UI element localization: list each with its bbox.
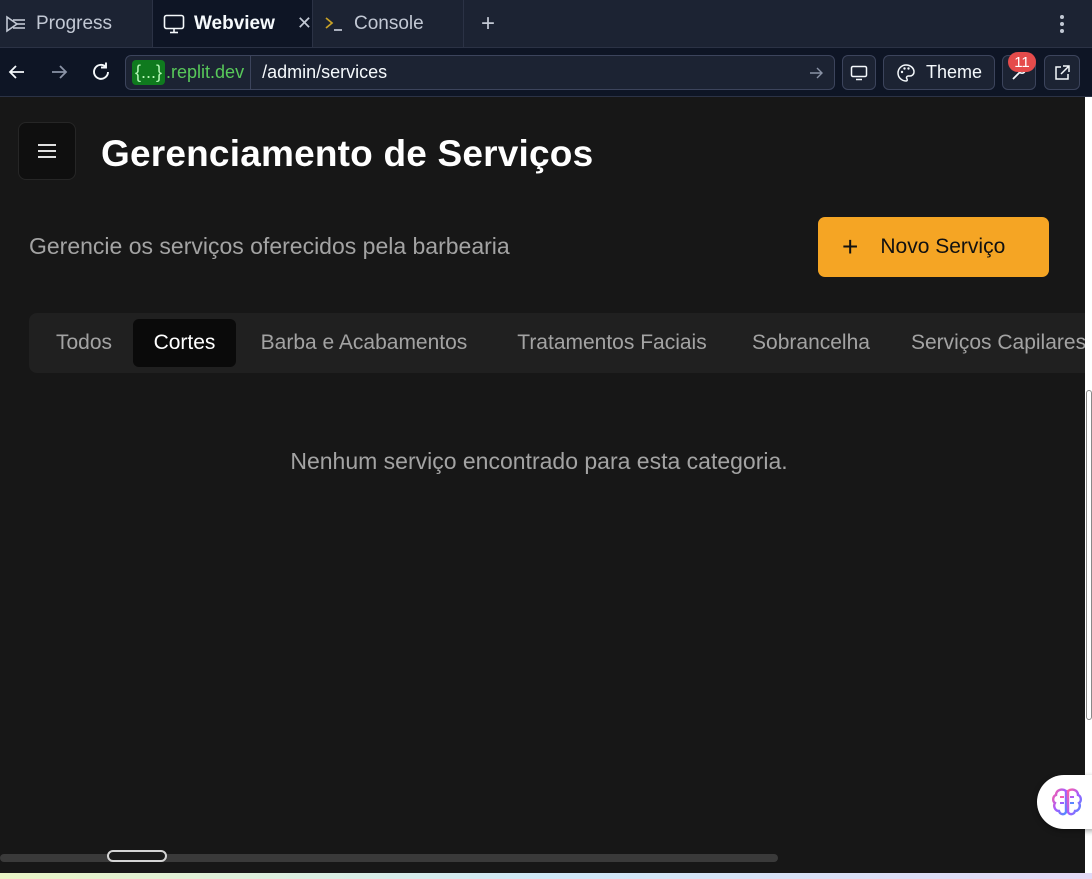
page-title: Gerenciamento de Serviços [101,133,594,174]
ide-tab-bar: Progress Webview ✕ Console + [0,0,1092,48]
notification-badge: 11 [1008,52,1036,72]
tab-servicos-capilares[interactable]: Serviços Capilares [893,319,1085,367]
add-tab-button[interactable]: + [472,8,504,40]
page-subtitle: Gerencie os serviços oferecidos pela bar… [29,233,510,259]
reload-icon [93,62,109,80]
plus-icon: + [842,231,859,262]
domain-brace: {...} [132,60,166,85]
monitor-icon [162,12,186,36]
tab-tratamentos-faciais[interactable]: Tratamentos Faciais [494,319,730,367]
vertical-scrollbar[interactable] [1086,390,1092,720]
external-link-icon [1055,64,1070,80]
domain-text: .replit.dev [166,62,245,82]
reload-button[interactable] [86,56,116,88]
arrow-left-icon [8,65,24,79]
webview-content: Gerenciamento de Serviços Gerencie os se… [0,97,1085,873]
new-service-label: Novo Serviço [880,235,1006,258]
open-external-button[interactable] [1044,55,1080,90]
theme-button[interactable]: Theme [883,55,995,90]
menu-button[interactable] [18,122,76,180]
tab-console[interactable]: Console [318,0,464,47]
monitor-icon [850,65,868,80]
tab-sobrancelha[interactable]: Sobrancelha [735,319,887,367]
ai-assistant-button[interactable] [1037,775,1092,829]
bottom-edge [0,873,1092,879]
tab-label: Progress [36,12,113,34]
new-service-button[interactable]: + Novo Serviço [818,217,1049,277]
tab-cortes[interactable]: Cortes [133,319,236,367]
back-button[interactable] [2,56,32,88]
device-button[interactable] [842,55,876,90]
plus-icon: + [480,10,495,37]
empty-state-message: Nenhum serviço encontrado para esta cate… [290,448,788,474]
tab-barba-e-acabamentos[interactable]: Barba e Acabamentos [239,319,489,367]
url-domain: {...} .replit.dev [126,56,252,89]
tab-todos[interactable]: Todos [37,319,131,367]
tab-webview[interactable]: Webview ✕ [152,0,313,47]
brain-icon [1052,788,1082,816]
browser-toolbar: {...} .replit.dev /admin/services Theme [0,48,1092,97]
category-tabs: Todos Cortes Barba e Acabamentos Tratame… [29,313,1085,373]
progress-icon [4,12,28,36]
go-arrow-icon[interactable] [798,67,834,79]
url-bar[interactable]: {...} .replit.dev /admin/services [125,55,835,90]
terminal-icon [322,12,346,36]
url-path[interactable]: /admin/services [251,62,798,83]
close-icon[interactable]: ✕ [297,13,312,34]
arrow-right-icon [52,65,68,79]
more-options-icon[interactable] [1050,8,1074,40]
tab-label: Webview [193,12,275,34]
theme-label: Theme [925,62,983,82]
tab-progress[interactable]: Progress [0,0,152,47]
hamburger-icon [38,144,56,158]
scrollbar-thumb[interactable] [107,850,167,862]
forward-button[interactable] [44,56,74,88]
tab-label: Console [354,12,424,34]
palette-icon [897,63,915,82]
